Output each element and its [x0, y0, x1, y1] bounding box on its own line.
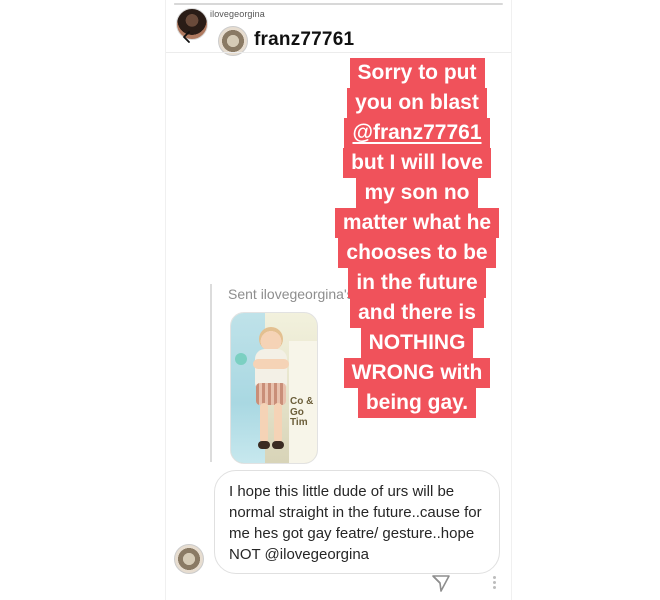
story-text-line-label: WRONG with — [343, 358, 491, 388]
story-text-line-label: being gay. — [357, 388, 477, 418]
photo-sticker — [235, 353, 247, 365]
story-username[interactable]: ilovegeorgina — [210, 9, 265, 19]
story-text-line-label: my son no — [356, 178, 478, 208]
story-progress-bar — [174, 3, 503, 5]
story-text-line: NOTHING — [334, 328, 500, 358]
sent-photo[interactable]: Co & Go Tim — [230, 312, 318, 464]
story-text-line: chooses to be — [334, 238, 500, 268]
story-text-line: my son no — [334, 178, 500, 208]
story-text-line-label: but I will love — [343, 148, 491, 178]
story-text-line: matter what he — [334, 208, 500, 238]
story-progress-fill — [174, 3, 214, 5]
story-text-line-label: you on blast — [347, 88, 487, 118]
sender-avatar[interactable] — [174, 544, 204, 574]
story-text-line-label: NOTHING — [360, 328, 474, 358]
back-arrow-icon[interactable] — [180, 30, 194, 44]
send-icon[interactable] — [430, 572, 452, 594]
story-text-line: but I will love — [334, 148, 500, 178]
screenshot-canvas: ilovegeorgina franz77761 Sent ilovegeorg… — [0, 0, 660, 600]
story-text-line-label: matter what he — [334, 208, 500, 238]
story-mention-link[interactable]: @franz77761 — [352, 121, 481, 144]
story-text-line: WRONG with — [334, 358, 500, 388]
story-text-line: @franz77761 — [334, 118, 500, 148]
story-text-line-label: @franz77761 — [344, 118, 490, 148]
child-figure — [249, 327, 293, 453]
dm-message-bubble: I hope this little dude of urs will be n… — [214, 470, 500, 574]
story-text-line-label: in the future — [348, 268, 486, 298]
header-divider — [166, 52, 511, 53]
sent-quote-line — [210, 284, 212, 462]
story-text-line: Sorry to put — [334, 58, 500, 88]
dm-username[interactable]: franz77761 — [254, 29, 354, 51]
story-text-line-label: Sorry to put — [349, 58, 485, 88]
more-dots-icon[interactable] — [488, 576, 502, 590]
story-header: ilovegeorgina franz77761 — [176, 8, 496, 56]
story-text-line: being gay. — [334, 388, 500, 418]
story-text-line-label: chooses to be — [338, 238, 496, 268]
dm-message-text: I hope this little dude of urs will be n… — [229, 483, 482, 563]
story-text-line: and there is — [334, 298, 500, 328]
story-text-line: in the future — [334, 268, 500, 298]
story-text-line: you on blast — [334, 88, 500, 118]
story-text-line-label: and there is — [350, 298, 484, 328]
story-text-overlay: Sorry to put you on blast @franz77761 but I… — [334, 58, 500, 418]
photo-poster-text: Co & Go Tim — [290, 396, 314, 428]
instagram-story-frame: ilovegeorgina franz77761 Sent ilovegeorg… — [165, 0, 512, 600]
